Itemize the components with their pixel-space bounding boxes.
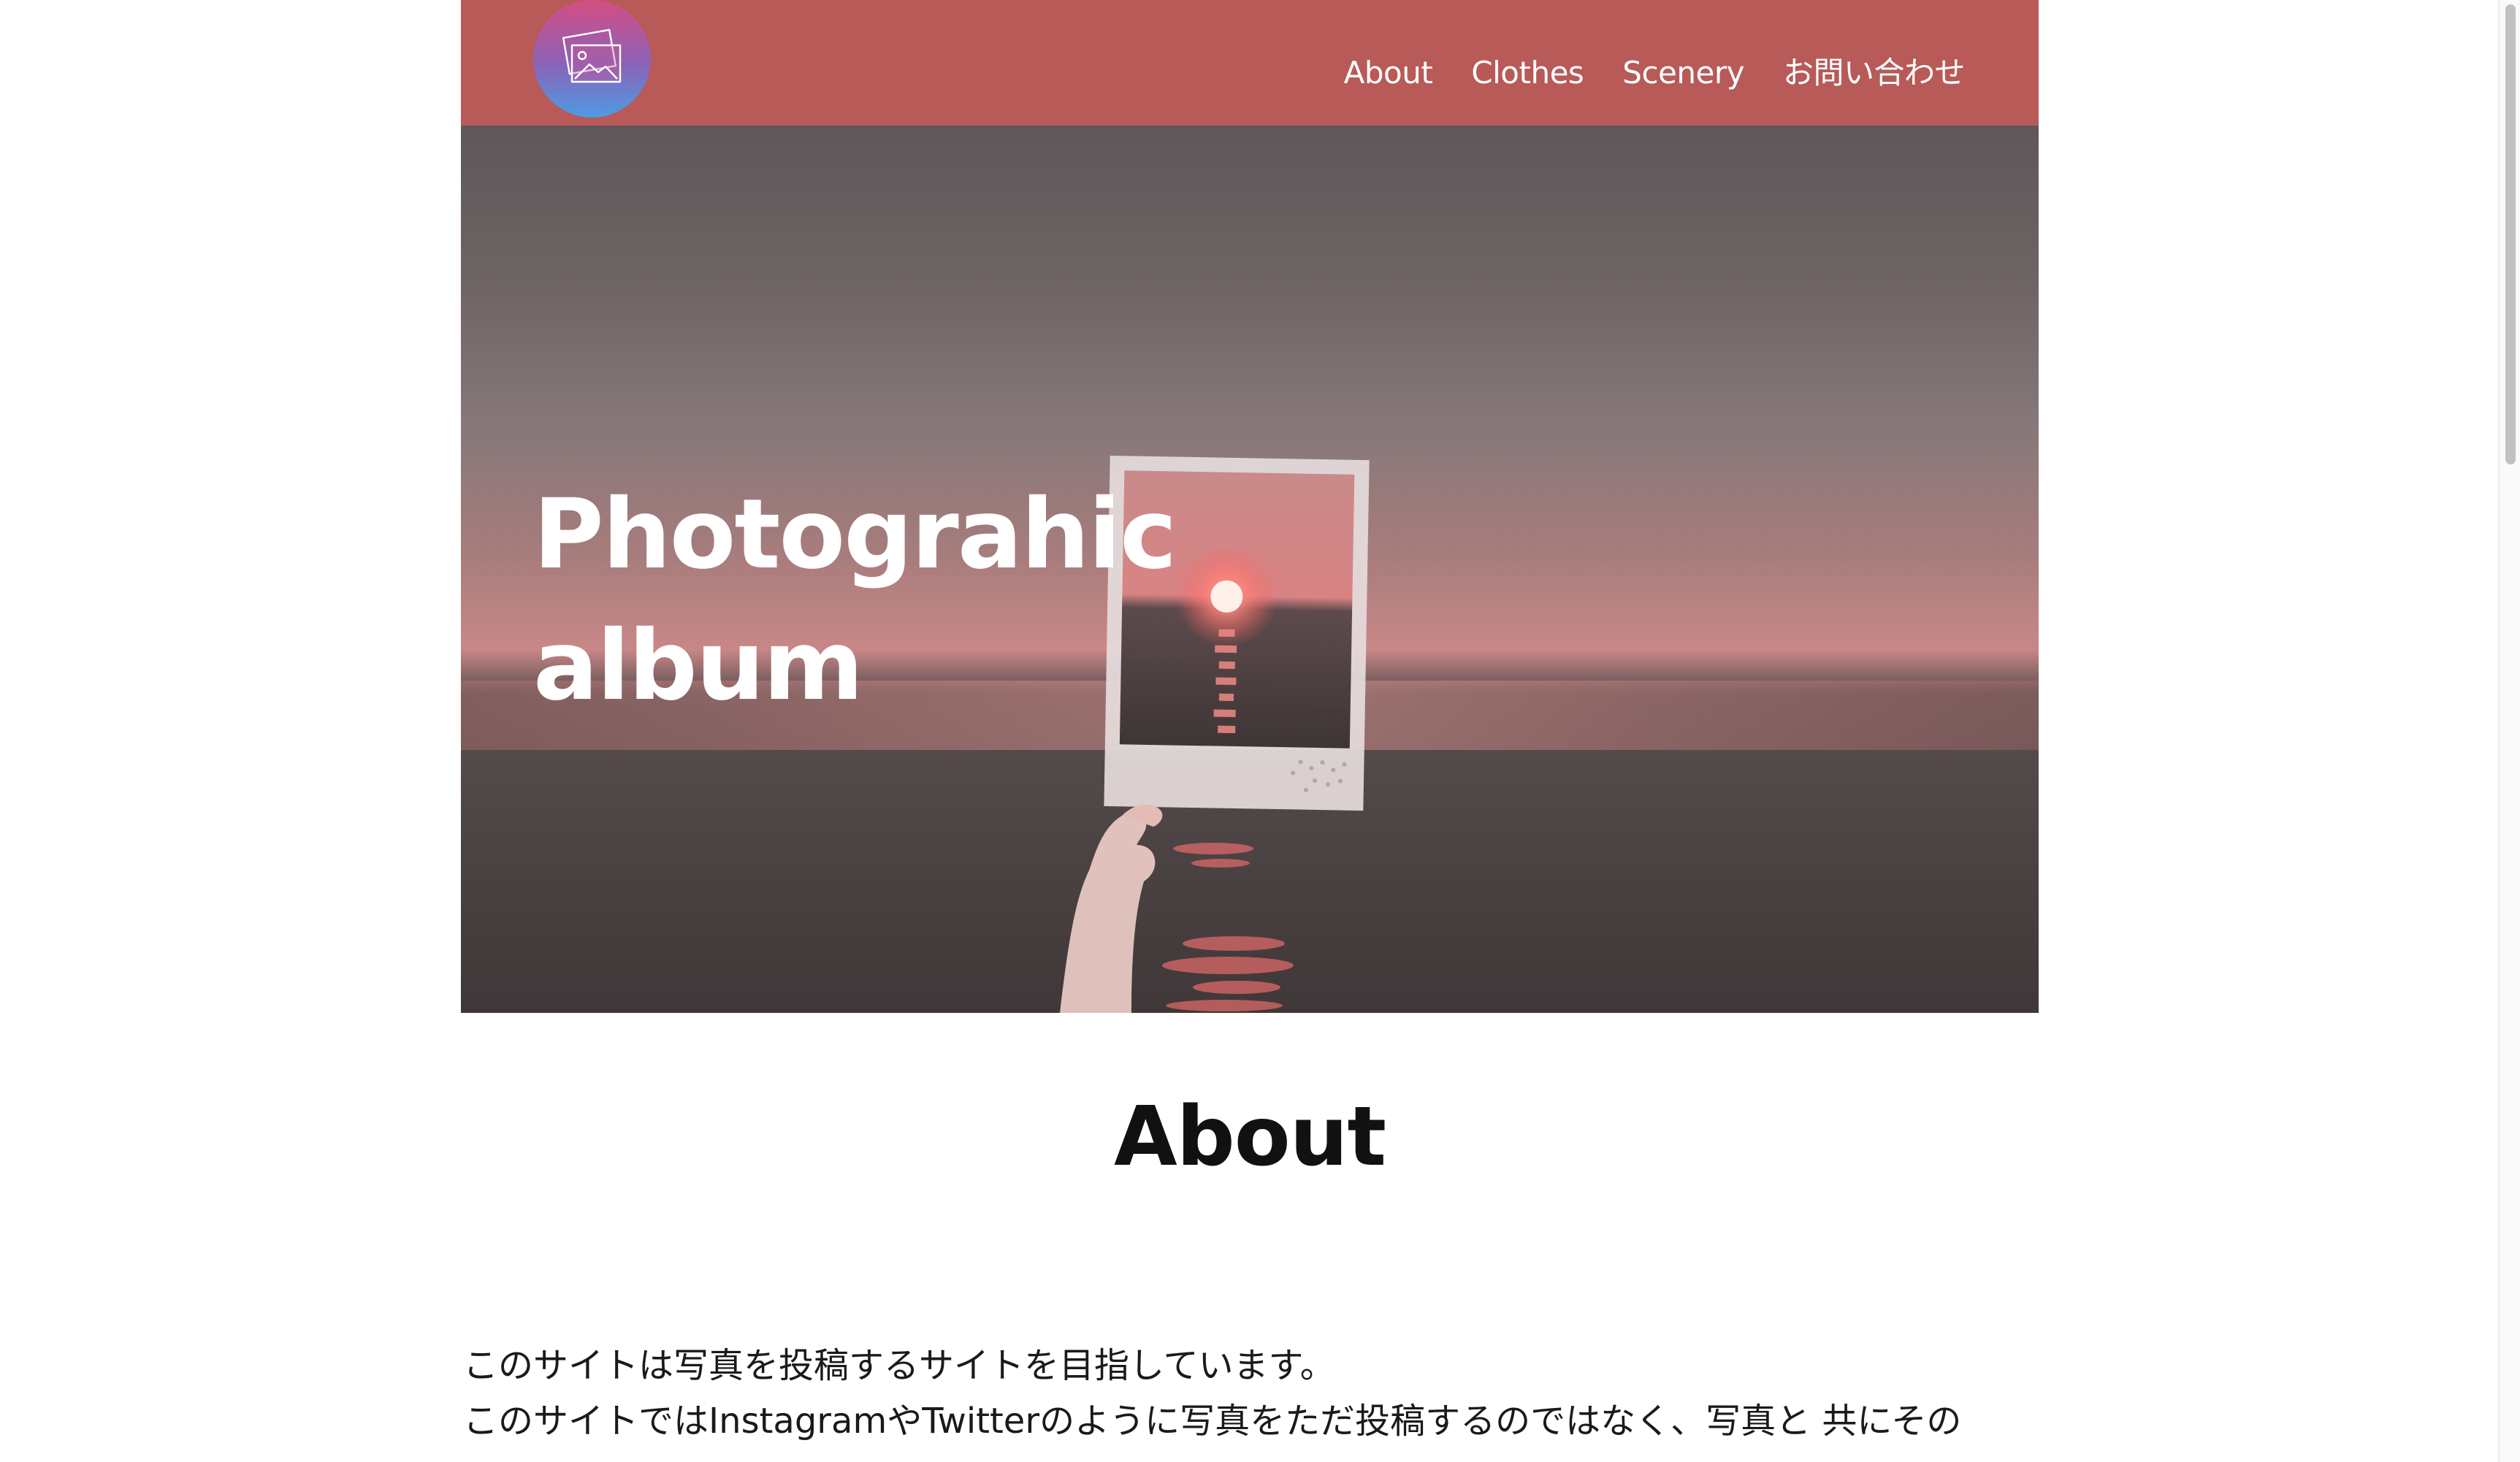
vertical-scrollbar[interactable]: [2498, 0, 2520, 1462]
scrollbar-thumb[interactable]: [2505, 4, 2516, 464]
browser-viewport: About Clothes Scenery お問い合わせ Photograhic…: [0, 0, 2520, 1462]
nav-link-contact[interactable]: お問い合わせ: [1783, 51, 1966, 95]
nav-link-about[interactable]: About: [1344, 51, 1433, 95]
about-body: このサイトは写真を投稿するサイトを目指しています。 このサイトではInstagr…: [461, 1338, 2041, 1449]
photo-gallery-icon: [562, 28, 621, 83]
nav-link-clothes[interactable]: Clothes: [1471, 51, 1584, 95]
about-paragraph: このサイトは写真を投稿するサイトを目指しています。: [463, 1345, 1335, 1386]
about-section: About このサイトは写真を投稿するサイトを目指しています。 このサイトではI…: [461, 1013, 2039, 1449]
hero-title-line2: album: [533, 610, 863, 722]
nav-link-scenery[interactable]: Scenery: [1622, 51, 1744, 95]
main-nav: About Clothes Scenery お問い合わせ: [1344, 51, 1966, 95]
about-paragraph: このサイトではInstagramやTwitterのように写真をただ投稿するのでは…: [463, 1401, 1962, 1442]
hero-banner: Photograhic album: [461, 126, 2039, 1013]
hero-title: Photograhic album: [533, 469, 1177, 732]
hero-title-line1: Photograhic: [533, 478, 1177, 591]
site-logo[interactable]: [533, 0, 651, 118]
site-header: About Clothes Scenery お問い合わせ: [461, 0, 2039, 126]
about-heading: About: [1113, 1090, 1386, 1184]
page: About Clothes Scenery お問い合わせ Photograhic…: [461, 0, 2039, 1449]
